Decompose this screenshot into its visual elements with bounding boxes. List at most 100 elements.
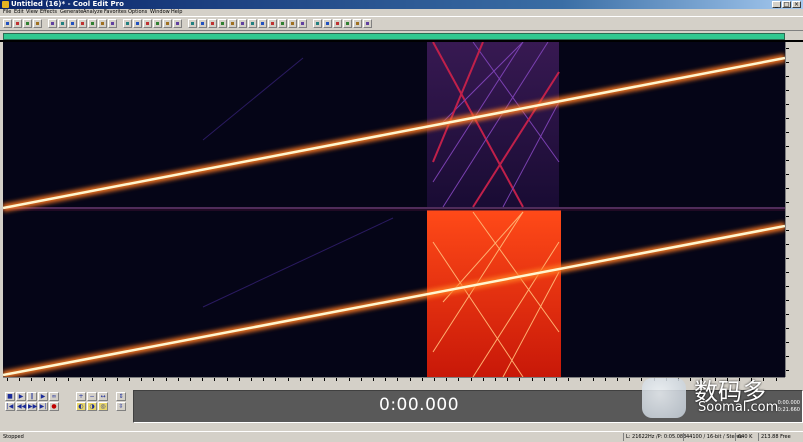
time-tick bbox=[348, 378, 350, 381]
frequency-tick bbox=[786, 356, 789, 357]
menu-effects[interactable]: Effects bbox=[40, 9, 57, 16]
filter-icon[interactable] bbox=[198, 19, 207, 28]
status-free: 213.88 Free bbox=[761, 434, 791, 440]
spectral-icon[interactable] bbox=[173, 19, 182, 28]
zoom-right-button[interactable]: ◑ bbox=[87, 402, 97, 411]
analysis-icon[interactable] bbox=[313, 19, 322, 28]
watermark-logo-icon bbox=[642, 378, 686, 418]
time-tick bbox=[238, 378, 240, 381]
title-bar: Untitled (16)* - Cool Edit Pro _ □ × bbox=[0, 0, 803, 9]
fast-forward-button[interactable]: ▶▶ bbox=[27, 402, 37, 411]
frequency-icon[interactable] bbox=[323, 19, 332, 28]
close-icon[interactable]: × bbox=[792, 1, 801, 8]
time-tick bbox=[275, 378, 277, 381]
close-file-icon[interactable] bbox=[33, 19, 42, 28]
time-tick bbox=[19, 378, 21, 381]
trim-icon[interactable] bbox=[143, 19, 152, 28]
reverb-icon[interactable] bbox=[218, 19, 227, 28]
time-tick bbox=[226, 378, 228, 381]
menu-edit[interactable]: Edit bbox=[14, 9, 24, 16]
time-tick bbox=[519, 378, 521, 381]
go-to-start-button[interactable]: |◀ bbox=[5, 402, 15, 411]
stretch-icon[interactable] bbox=[298, 19, 307, 28]
zoom-selection-button[interactable]: ◎ bbox=[98, 402, 108, 411]
loop-button[interactable]: ∞ bbox=[49, 392, 59, 401]
eq-icon[interactable] bbox=[208, 19, 217, 28]
minimize-icon[interactable]: _ bbox=[772, 1, 781, 8]
menu-file[interactable]: File bbox=[3, 9, 11, 16]
phase-icon[interactable] bbox=[333, 19, 342, 28]
zoom-left-button[interactable]: ◐ bbox=[76, 402, 86, 411]
zoom-in-horizontal-button[interactable]: + bbox=[76, 392, 86, 401]
spectral-view[interactable] bbox=[3, 42, 785, 377]
multitrack-icon[interactable] bbox=[48, 19, 57, 28]
mix-paste-icon[interactable] bbox=[98, 19, 107, 28]
menu-view[interactable]: View bbox=[26, 9, 38, 16]
menu-favorites[interactable]: Favorites bbox=[104, 9, 127, 16]
menu-options[interactable]: Options bbox=[128, 9, 147, 16]
undo-icon[interactable] bbox=[108, 19, 117, 28]
settings-icon[interactable] bbox=[353, 19, 362, 28]
frequency-tick bbox=[786, 216, 789, 217]
app-icon bbox=[2, 1, 9, 8]
maximize-icon[interactable]: □ bbox=[782, 1, 791, 8]
time-tick bbox=[43, 378, 45, 381]
time-tick bbox=[55, 378, 57, 381]
zoom-icon[interactable] bbox=[153, 19, 162, 28]
status-size: 640 K bbox=[738, 434, 753, 440]
amplify-icon[interactable] bbox=[268, 19, 277, 28]
edit-view-icon[interactable] bbox=[58, 19, 67, 28]
chorus-icon[interactable] bbox=[238, 19, 247, 28]
compressor-icon[interactable] bbox=[248, 19, 257, 28]
pitch-icon[interactable] bbox=[288, 19, 297, 28]
go-to-end-button[interactable]: ▶| bbox=[38, 402, 48, 411]
paste-icon[interactable] bbox=[88, 19, 97, 28]
frequency-tick bbox=[786, 244, 789, 245]
time-tick bbox=[324, 378, 326, 381]
waveform-overview-bar[interactable] bbox=[3, 33, 785, 40]
stop-button[interactable]: ■ bbox=[5, 392, 15, 401]
menu-window[interactable]: Window bbox=[150, 9, 170, 16]
play-to-end-button[interactable]: ▶ bbox=[38, 392, 48, 401]
time-tick bbox=[190, 378, 191, 381]
frequency-tick bbox=[786, 132, 789, 133]
delay-icon[interactable] bbox=[228, 19, 237, 28]
time-tick bbox=[568, 378, 570, 381]
record-button[interactable]: ● bbox=[49, 402, 59, 411]
repeat-icon[interactable] bbox=[133, 19, 142, 28]
cut-icon[interactable] bbox=[68, 19, 77, 28]
copy-icon[interactable] bbox=[78, 19, 87, 28]
save-icon[interactable] bbox=[23, 19, 32, 28]
normalize-icon[interactable] bbox=[258, 19, 267, 28]
lower-harmonic-line bbox=[202, 217, 394, 308]
menu-help[interactable]: Help bbox=[171, 9, 182, 16]
time-tick bbox=[336, 378, 338, 381]
help-icon[interactable] bbox=[363, 19, 372, 28]
pause-button[interactable]: ‖ bbox=[27, 392, 37, 401]
zoom-out-horizontal-button[interactable]: − bbox=[87, 392, 97, 401]
frequency-tick bbox=[786, 328, 789, 329]
menu-analyze[interactable]: Analyze bbox=[83, 9, 103, 16]
time-tick bbox=[604, 378, 606, 381]
zoom-in-vertical-button[interactable]: ⇕ bbox=[116, 392, 126, 401]
menu-generate[interactable]: Generate bbox=[60, 9, 83, 16]
time-tick bbox=[385, 378, 387, 381]
new-file-icon[interactable] bbox=[3, 19, 12, 28]
zoom-out-vertical-button[interactable]: ⇳ bbox=[116, 402, 126, 411]
zoom-full-button[interactable]: ↔ bbox=[98, 392, 108, 401]
time-tick bbox=[434, 378, 435, 381]
rewind-button[interactable]: ◀◀ bbox=[16, 402, 26, 411]
noise-icon[interactable] bbox=[188, 19, 197, 28]
frequency-tick bbox=[786, 258, 789, 259]
redo-icon[interactable] bbox=[123, 19, 132, 28]
time-tick bbox=[556, 378, 557, 381]
envelope-icon[interactable] bbox=[278, 19, 287, 28]
time-tick bbox=[214, 378, 216, 381]
time-tick bbox=[80, 378, 82, 381]
stats-icon[interactable] bbox=[343, 19, 352, 28]
waveform-icon[interactable] bbox=[163, 19, 172, 28]
upper-harmonic-line bbox=[202, 57, 304, 141]
play-button[interactable]: ▶ bbox=[16, 392, 26, 401]
frequency-tick bbox=[786, 314, 789, 315]
open-file-icon[interactable] bbox=[13, 19, 22, 28]
